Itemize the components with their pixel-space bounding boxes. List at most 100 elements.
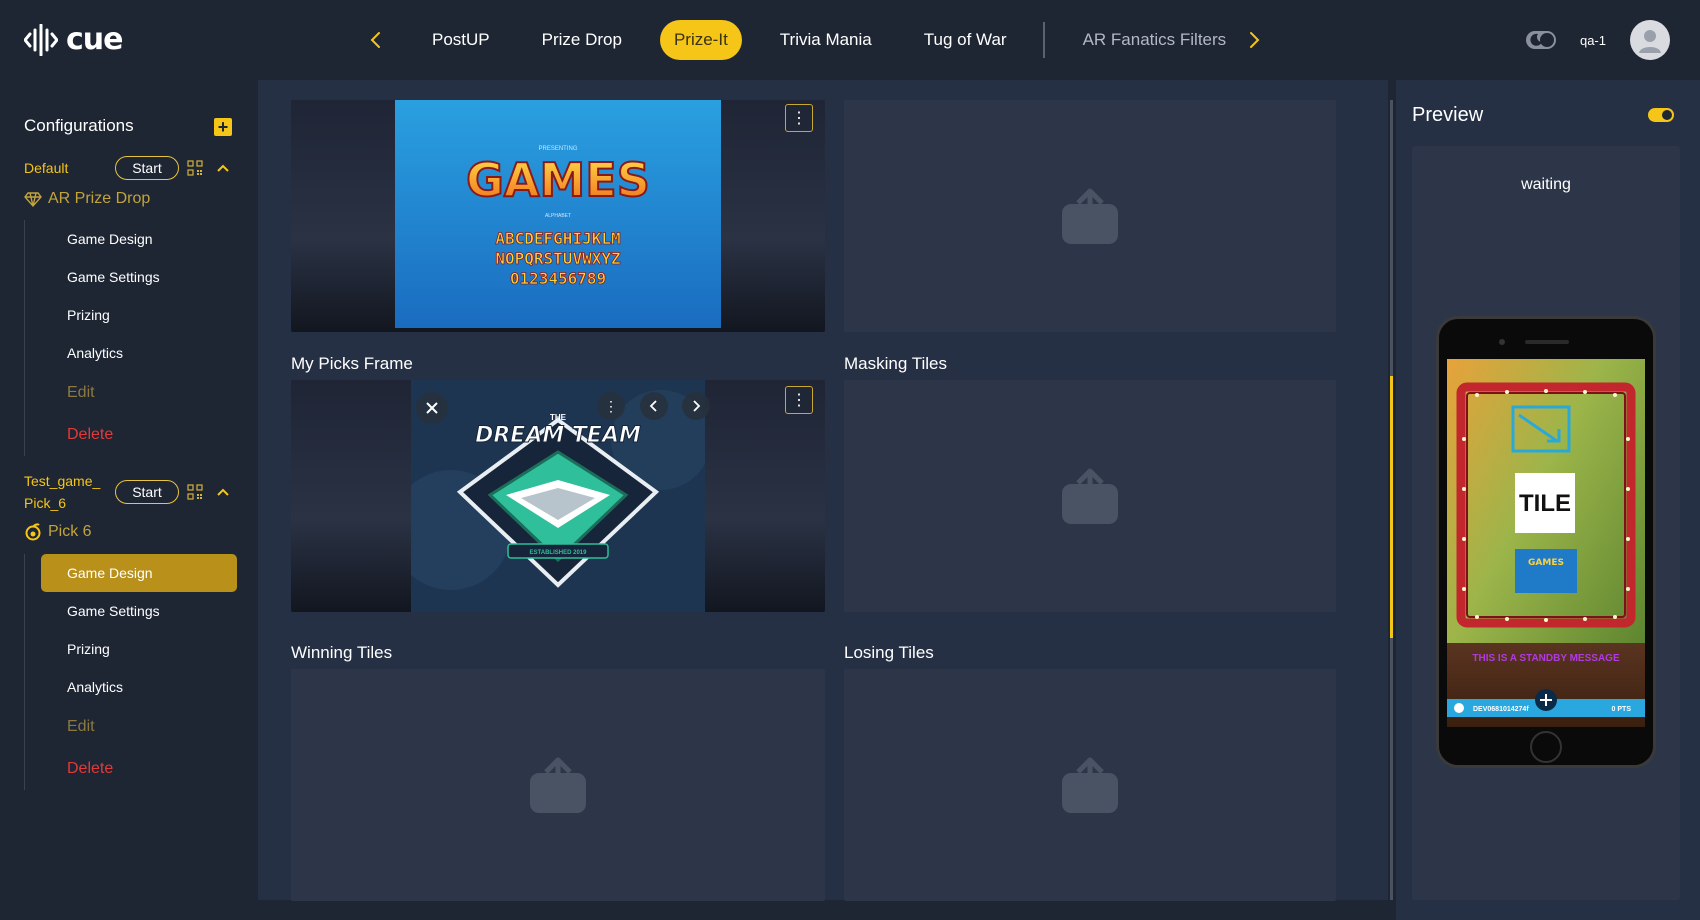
tabs-next-button[interactable]	[1242, 28, 1266, 52]
upload-icon[interactable]	[1062, 468, 1118, 524]
svg-text:ALPHABET: ALPHABET	[545, 213, 571, 219]
cue-logo-icon	[24, 24, 58, 56]
config-name-test-game[interactable]: Test_game_ Pick_6	[24, 470, 100, 514]
more-vertical-icon: ⋮	[604, 397, 618, 414]
qr-code-icon[interactable]	[187, 484, 203, 500]
configurations-title: Configurations	[24, 116, 134, 135]
phone-mockup: TILE GAMES THIS IS A STANDBY MESSAGE DEV…	[1436, 316, 1656, 768]
svg-text:THIS IS A STANDBY MESSAGE: THIS IS A STANDBY MESSAGE	[1472, 653, 1620, 664]
losing-tiles-upload	[844, 669, 1336, 901]
image-next-button[interactable]	[682, 392, 710, 420]
user-area: qa-1	[1525, 20, 1670, 60]
config-name-line2: Pick_6	[24, 495, 67, 511]
tab-ar-fanatics-filters[interactable]: AR Fanatics Filters	[1069, 20, 1241, 60]
tile-menu-button[interactable]: ⋮	[785, 104, 813, 132]
more-vertical-icon: ⋮	[791, 110, 807, 127]
close-icon	[426, 402, 438, 414]
menu-game-settings[interactable]: Game Settings	[41, 258, 237, 296]
tabs-prev-button[interactable]	[364, 28, 388, 52]
phone-screen-content: TILE GAMES THIS IS A STANDBY MESSAGE DEV…	[1447, 359, 1645, 727]
svg-text:THE: THE	[550, 413, 567, 422]
start-button-default[interactable]: Start	[115, 156, 179, 180]
game-tabs: PostUP Prize Drop Prize-It Trivia Mania …	[418, 20, 1264, 60]
upload-icon[interactable]	[530, 757, 586, 813]
svg-text:GAMES: GAMES	[466, 153, 650, 207]
scrollbar-thumb[interactable]	[1390, 376, 1393, 638]
menu-delete[interactable]: Delete	[41, 748, 237, 790]
image-options-button[interactable]: ⋮	[597, 392, 625, 420]
menu-edit[interactable]: Edit	[41, 372, 237, 414]
chevron-up-icon[interactable]	[215, 160, 231, 176]
svg-text:TILE: TILE	[1519, 490, 1571, 517]
more-vertical-icon: ⋮	[791, 392, 807, 409]
game-type-ar-prize-drop: AR Prize Drop	[24, 190, 150, 208]
upload-icon[interactable]	[1062, 757, 1118, 813]
game-type-pick-6: Pick 6	[24, 523, 92, 541]
svg-text:ESTABLISHED 2019: ESTABLISHED 2019	[530, 550, 588, 556]
config-name-line1: Test_game_	[24, 473, 101, 489]
tile-menu-button[interactable]: ⋮	[785, 386, 813, 414]
menu-game-design[interactable]: Game Design	[41, 220, 237, 258]
phone-speaker	[1525, 340, 1569, 344]
app-logo[interactable]: cue	[24, 22, 123, 58]
svg-text:DEV0681014274f: DEV0681014274f	[1473, 706, 1529, 713]
my-picks-frame-tile: ESTABLISHED 2019 THE DREAM TEAM ⋮ ⋮	[291, 380, 825, 612]
menu-game-design[interactable]: Game Design	[41, 554, 237, 592]
tab-prize-it[interactable]: Prize-It	[659, 20, 742, 60]
preview-panel: Preview waiting TILE GAMES THIS IS A STA…	[1396, 80, 1700, 920]
chevron-up-icon[interactable]	[215, 484, 231, 500]
masking-tiles-upload	[844, 380, 1336, 612]
losing-tiles-label: Losing Tiles	[844, 643, 934, 662]
game-design-panel: PRESENTING GAMES ALPHABET ABCDEFGHIJKLM …	[258, 80, 1388, 901]
preview-title: Preview	[1412, 104, 1484, 126]
start-button-test-game[interactable]: Start	[115, 480, 179, 504]
tab-tug-of-war[interactable]: Tug of War	[910, 20, 1021, 60]
image-prev-button[interactable]	[640, 392, 668, 420]
my-picks-frame-label: My Picks Frame	[291, 354, 413, 373]
menu-analytics[interactable]: Analytics	[41, 668, 237, 706]
tab-postup[interactable]: PostUP	[418, 20, 504, 60]
chevron-right-icon	[693, 400, 701, 412]
remove-image-button[interactable]	[416, 392, 448, 424]
game-type-label: Pick 6	[48, 523, 92, 540]
phone-camera	[1499, 339, 1505, 345]
diamond-icon	[24, 192, 42, 208]
svg-text:ABCDEFGHIJKLM: ABCDEFGHIJKLM	[495, 229, 620, 248]
sidebar: Configurations + Default Start AR Prize …	[0, 80, 258, 920]
svg-text:PRESENTING: PRESENTING	[538, 146, 577, 152]
preview-card: waiting TILE GAMES THIS IS A STANDBY MES…	[1412, 146, 1680, 900]
menu-game-settings[interactable]: Game Settings	[41, 592, 237, 630]
plus-icon: +	[217, 117, 229, 137]
preview-toggle[interactable]	[1648, 108, 1674, 122]
masking-tiles-label: Masking Tiles	[844, 354, 947, 373]
upload-icon[interactable]	[1062, 188, 1118, 244]
chevron-left-icon	[649, 400, 657, 412]
svg-text:0 PTS: 0 PTS	[1612, 706, 1632, 713]
tab-trivia-mania[interactable]: Trivia Mania	[766, 20, 886, 60]
games-image: PRESENTING GAMES ALPHABET ABCDEFGHIJKLM …	[395, 100, 721, 328]
config-menu-default: Game Design Game Settings Prizing Analyt…	[24, 220, 237, 456]
menu-delete[interactable]: Delete	[41, 414, 237, 456]
top-bar: cue PostUP Prize Drop Prize-It Trivia Ma…	[0, 0, 1700, 80]
game-type-label: AR Prize Drop	[48, 190, 151, 207]
tab-divider	[1042, 22, 1045, 58]
menu-prizing[interactable]: Prizing	[41, 630, 237, 668]
user-icon	[1639, 30, 1661, 53]
logo-text: cue	[66, 22, 123, 57]
winning-tiles-upload	[291, 669, 825, 901]
pick6-icon	[25, 523, 41, 541]
svg-text:NOPQRSTUVWXYZ: NOPQRSTUVWXYZ	[495, 249, 621, 268]
qr-code-icon[interactable]	[187, 160, 203, 176]
upload-tile	[844, 100, 1336, 332]
avatar[interactable]	[1630, 20, 1670, 60]
svg-text:DREAM TEAM: DREAM TEAM	[475, 423, 641, 448]
svg-text:GAMES: GAMES	[1528, 558, 1564, 568]
theme-toggle[interactable]	[1525, 31, 1556, 49]
menu-edit[interactable]: Edit	[41, 706, 237, 748]
background-tile: PRESENTING GAMES ALPHABET ABCDEFGHIJKLM …	[291, 100, 825, 332]
menu-prizing[interactable]: Prizing	[41, 296, 237, 334]
menu-analytics[interactable]: Analytics	[41, 334, 237, 372]
add-configuration-button[interactable]: +	[214, 118, 232, 136]
tab-prize-drop[interactable]: Prize Drop	[528, 20, 636, 60]
config-name-default[interactable]: Default	[24, 157, 68, 179]
